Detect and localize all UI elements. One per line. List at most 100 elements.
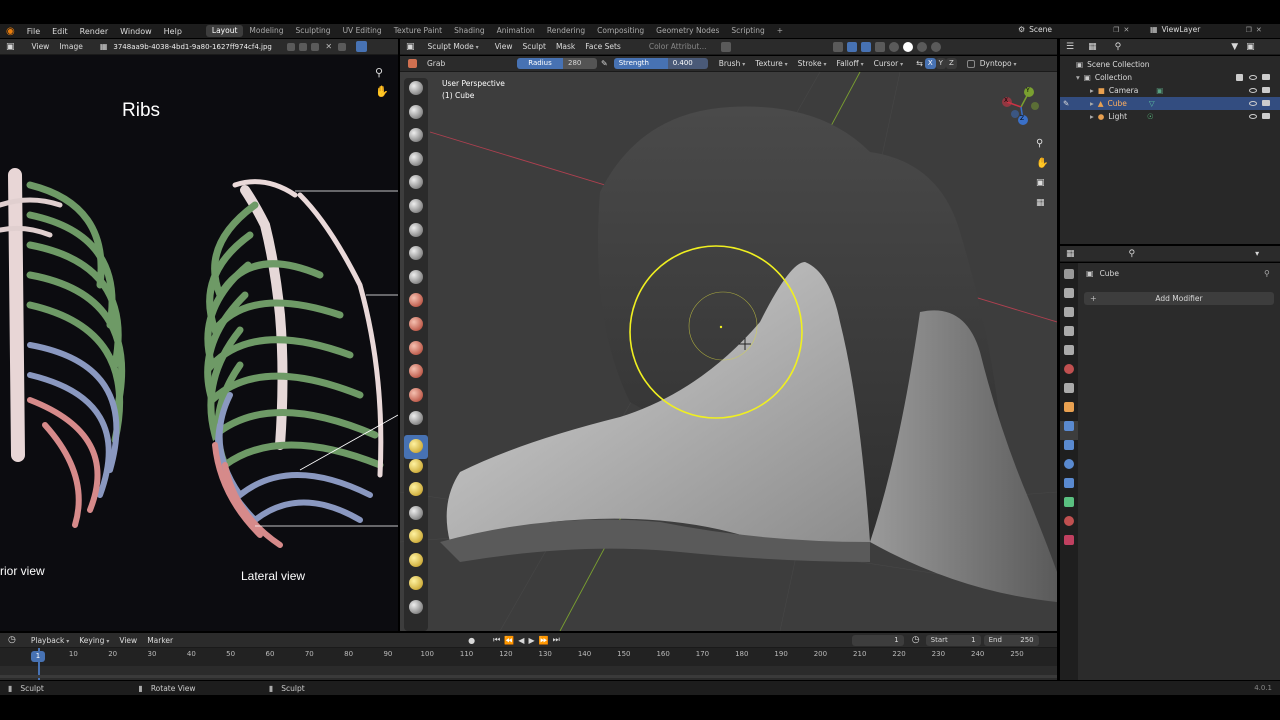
cube-expand-icon[interactable]: ▸ <box>1090 99 1094 108</box>
tab-object-icon[interactable] <box>1060 402 1078 421</box>
tool-fill-icon[interactable] <box>404 340 428 365</box>
scene-icon[interactable]: ⚙ <box>1018 25 1025 34</box>
dyntopo-dropdown[interactable]: Dyntopo <box>975 59 1022 68</box>
image-fake-user-icon[interactable] <box>287 42 296 51</box>
tab-sculpting[interactable]: Sculpting <box>290 25 337 37</box>
viewport-zoom-icon[interactable]: ⚲ <box>1036 138 1043 149</box>
stroke-dropdown[interactable]: Stroke <box>793 59 832 68</box>
jump-keyframe-forward-icon[interactable]: ⏩ <box>539 636 549 645</box>
timeline-menu-view[interactable]: View <box>114 636 142 645</box>
keying-dropdown[interactable]: Keying <box>74 636 114 645</box>
radius-value[interactable]: 280 px <box>563 58 597 78</box>
tab-texture-icon[interactable] <box>1060 535 1078 554</box>
tab-render-icon[interactable] <box>1060 288 1078 307</box>
viewport-menu-face-sets[interactable]: Face Sets <box>580 42 626 51</box>
timeline-scrollbar[interactable] <box>0 675 1057 678</box>
tab-material-icon[interactable] <box>1060 516 1078 535</box>
tool-rotate-icon[interactable] <box>404 576 428 600</box>
light-expand-icon[interactable]: ▸ <box>1090 112 1094 121</box>
collection-expand-icon[interactable]: ▾ <box>1076 73 1080 82</box>
tool-snake-hook-icon[interactable] <box>404 482 428 506</box>
timeline-type-icon[interactable]: ◷ <box>8 635 16 645</box>
strength-label[interactable]: Strength <box>613 58 668 69</box>
tool-inflate-icon[interactable] <box>404 222 428 247</box>
image-close-icon[interactable]: ✕ <box>325 42 332 51</box>
gizmo-toggle-icon[interactable] <box>847 41 858 52</box>
tool-grab-icon[interactable] <box>404 434 428 459</box>
tool-scrape-icon[interactable] <box>404 364 428 388</box>
cursor-dropdown[interactable]: Cursor <box>869 59 909 68</box>
end-frame-field[interactable]: End 250 <box>983 634 1039 646</box>
jump-end-icon[interactable]: ⏭ <box>553 635 560 645</box>
tool-nudge-icon[interactable] <box>404 552 428 577</box>
tool-pose-icon[interactable] <box>404 529 428 553</box>
mode-dropdown[interactable]: Sculpt Mode <box>423 42 484 51</box>
outliner-collection[interactable]: ▾ ▣ Collection <box>1060 71 1280 84</box>
tab-texture-paint[interactable]: Texture Paint <box>388 25 448 37</box>
properties-pin-icon[interactable]: ⚲ <box>1264 269 1270 278</box>
viewlayer-close-icon[interactable]: ✕ <box>1256 26 1262 34</box>
light-render-icon[interactable] <box>1262 113 1270 119</box>
tab-scripting[interactable]: Scripting <box>725 25 770 37</box>
playback-dropdown[interactable]: Playback <box>26 636 74 645</box>
play-reverse-icon[interactable]: ◀ <box>518 636 524 645</box>
collection-visibility-icon[interactable] <box>1249 75 1257 80</box>
tab-world-icon[interactable] <box>1060 364 1078 383</box>
start-frame-field[interactable]: Start 1 <box>925 634 981 646</box>
xray-toggle-icon[interactable] <box>875 41 886 52</box>
tool-clay-strips-icon[interactable] <box>404 151 428 176</box>
radius-pressure-icon[interactable]: ✎ <box>601 59 608 68</box>
timeline-ruler[interactable]: 10 20 30 40 50 60 70 80 90 100 110 120 130 140 150 160 1… <box>0 648 1057 666</box>
radius-label[interactable]: Radius <box>517 58 563 69</box>
menu-edit[interactable]: Edit <box>46 27 74 36</box>
tab-geometry-nodes[interactable]: Geometry Nodes <box>650 25 725 37</box>
outliner-display-mode-icon[interactable]: ▦ <box>1088 42 1097 52</box>
zoom-icon[interactable]: ⚲ <box>375 66 383 79</box>
scene-browse-icon[interactable]: ❐ <box>1113 26 1119 34</box>
preview-range-icon[interactable]: ◷ <box>912 635 920 645</box>
jump-start-icon[interactable]: ⏮ <box>493 635 500 645</box>
reference-image[interactable]: Ribs rior view Lateral view ⚲ ✋ <box>0 55 398 631</box>
brush-icon[interactable] <box>408 59 417 68</box>
symmetry-x[interactable]: X <box>924 58 936 69</box>
tab-rendering[interactable]: Rendering <box>541 25 591 37</box>
symmetry-y[interactable]: Y <box>935 58 946 69</box>
outliner-search-input[interactable] <box>1121 41 1221 52</box>
outliner-item-camera[interactable]: ▸ ■ Camera ▣ <box>1060 84 1280 97</box>
timeline-menu-marker[interactable]: Marker <box>142 636 178 645</box>
tool-thumb-icon[interactable] <box>404 505 428 530</box>
wireframe-shading-icon[interactable] <box>889 41 900 52</box>
tab-data-icon[interactable] <box>1060 497 1078 516</box>
auto-keying-icon[interactable]: ● <box>468 636 475 645</box>
cube-visibility-icon[interactable] <box>1249 101 1257 106</box>
tool-clay-thumb-icon[interactable] <box>404 175 428 199</box>
properties-options-icon[interactable]: ▾ <box>1255 249 1259 258</box>
rendered-shading-icon[interactable] <box>931 41 942 52</box>
image-duplicate-icon[interactable] <box>299 42 308 51</box>
material-shading-icon[interactable] <box>917 41 928 52</box>
current-frame-field[interactable]: 1 <box>851 634 904 646</box>
outliner-filter-icon[interactable]: ▼ <box>1231 42 1238 52</box>
tab-layout[interactable]: Layout <box>205 25 244 37</box>
scene-close-icon[interactable]: ✕ <box>1123 26 1129 34</box>
light-visibility-icon[interactable] <box>1249 114 1257 119</box>
view-object-types-icon[interactable] <box>833 41 844 52</box>
tool-multiplane-scrape-icon[interactable] <box>404 387 428 412</box>
overlay-toggle-icon[interactable] <box>861 41 872 52</box>
outliner-search-icon[interactable]: ⚲ <box>1115 42 1122 52</box>
camera-data-icon[interactable]: ▣ <box>1156 86 1163 95</box>
properties-search-input[interactable] <box>1135 248 1255 259</box>
collection-render-icon[interactable] <box>1262 74 1270 80</box>
cube-edit-icon[interactable]: ✎ <box>1063 99 1069 108</box>
tab-animation[interactable]: Animation <box>491 25 541 37</box>
cube-mesh-icon[interactable]: ▽ <box>1149 99 1155 108</box>
tab-collection-icon[interactable] <box>1060 383 1078 402</box>
image-gizmo-icon[interactable] <box>356 41 368 52</box>
outliner-item-light[interactable]: ▸ ● Light ☉ <box>1060 110 1280 123</box>
properties-type-icon[interactable]: ▦ <box>1066 249 1075 259</box>
outliner-type-icon[interactable]: ☰ <box>1066 42 1074 52</box>
viewport-editor-type-icon[interactable]: ▣ <box>406 42 415 52</box>
outliner-new-collection-icon[interactable]: ▣ <box>1246 42 1255 52</box>
add-workspace-button[interactable]: + <box>771 25 789 37</box>
tab-particles-icon[interactable] <box>1060 440 1078 459</box>
